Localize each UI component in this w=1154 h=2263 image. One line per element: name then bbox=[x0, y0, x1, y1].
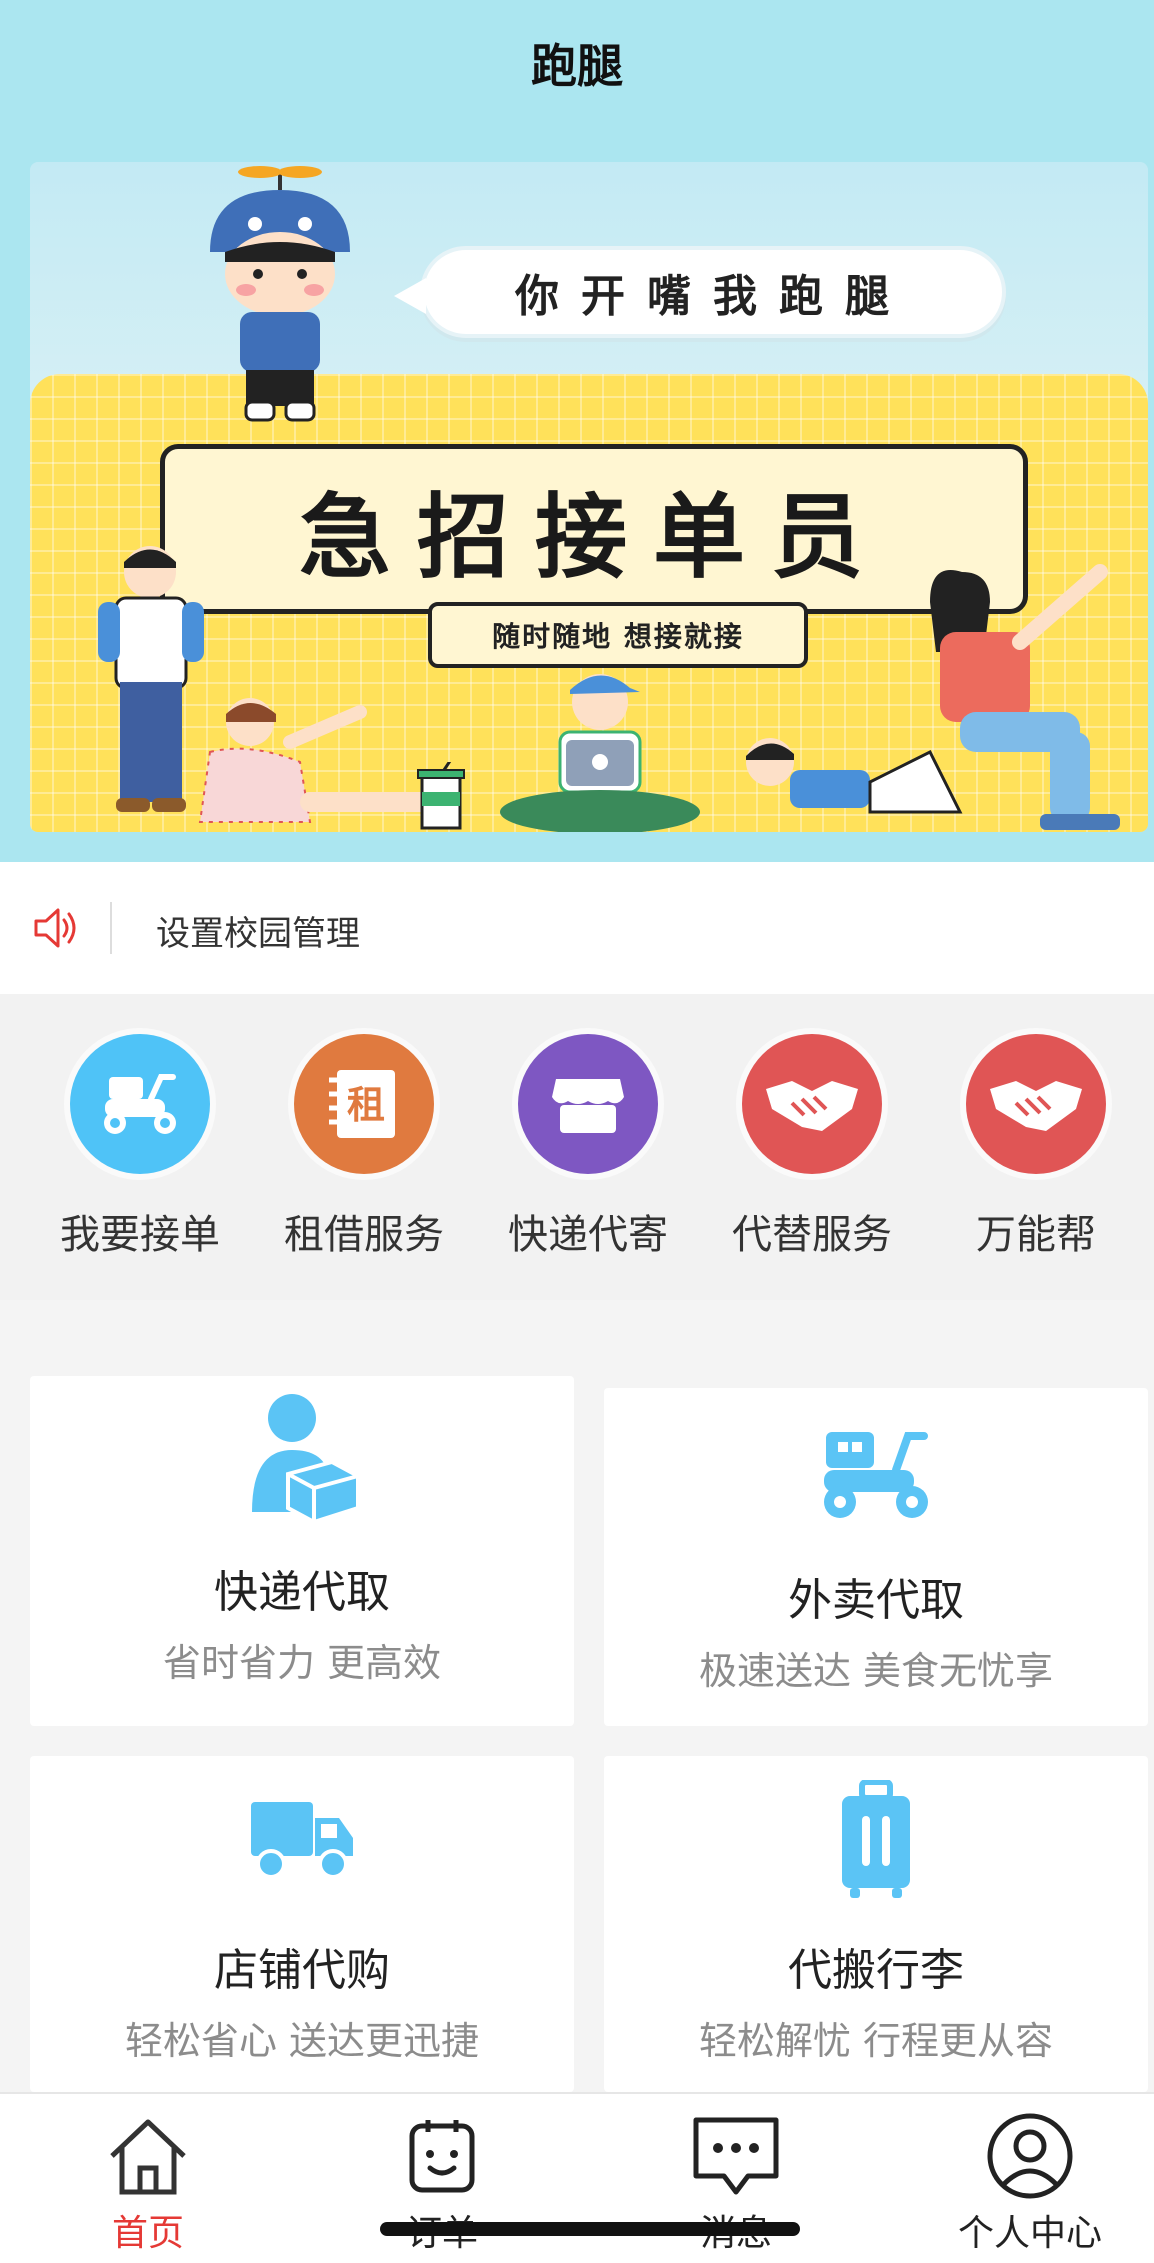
suitcase-icon bbox=[604, 1780, 1148, 1900]
bottom-tab-bar: 首页 订单 消息 个人中心 bbox=[0, 2092, 1154, 2263]
category-rental[interactable]: 租 租借服务 bbox=[252, 1034, 476, 1284]
service-card-food-pickup[interactable]: 外卖代取 极速送达 美食无忧享 bbox=[604, 1388, 1148, 1726]
banner-headline: 急招接单员 bbox=[160, 444, 1028, 614]
user-icon bbox=[987, 2113, 1073, 2199]
category-universal-help[interactable]: 万能帮 bbox=[924, 1034, 1148, 1284]
handshake-icon bbox=[966, 1034, 1106, 1174]
delivery-scooter-icon bbox=[604, 1424, 1148, 1524]
category-label: 万能帮 bbox=[976, 1212, 1096, 1258]
notice-text[interactable]: 设置校园管理 bbox=[156, 906, 360, 955]
page-title: 跑腿 bbox=[531, 39, 623, 93]
shop-icon bbox=[518, 1034, 658, 1174]
sitting-girl-illustration bbox=[930, 564, 1120, 830]
header: 跑腿 你开嘴我跑腿 急招接单员 随时随地 想接就接 bbox=[0, 0, 1154, 862]
service-desc: 省时省力 更高效 bbox=[162, 1641, 442, 1685]
message-icon bbox=[693, 2117, 779, 2195]
service-card-express-pickup[interactable]: 快递代取 省时省力 更高效 bbox=[30, 1376, 574, 1726]
service-card-store-purchase[interactable]: 店铺代购 轻松省心 送达更迅捷 bbox=[30, 1756, 574, 2092]
service-title: 快递代取 bbox=[214, 1567, 390, 1618]
category-label: 租借服务 bbox=[284, 1212, 444, 1258]
scooter-icon bbox=[70, 1034, 210, 1174]
service-desc: 极速送达 美食无忧享 bbox=[698, 1649, 1054, 1693]
tab-label: 个人中心 bbox=[957, 2213, 1102, 2254]
rent-icon: 租 bbox=[294, 1034, 434, 1174]
tab-profile[interactable]: 个人中心 bbox=[920, 2102, 1140, 2254]
service-title: 外卖代取 bbox=[788, 1575, 964, 1626]
speaker-icon bbox=[34, 908, 76, 948]
person-box-icon bbox=[30, 1392, 574, 1528]
tab-home[interactable]: 首页 bbox=[38, 2102, 258, 2254]
drink-cup-illustration bbox=[417, 762, 465, 830]
promo-banner[interactable]: 你开嘴我跑腿 急招接单员 随时随地 想接就接 bbox=[30, 162, 1148, 832]
home-icon bbox=[110, 2119, 186, 2195]
banner-speech-bubble: 你开嘴我跑腿 bbox=[394, 246, 1006, 338]
notice-divider bbox=[110, 902, 112, 954]
service-desc: 轻松省心 送达更迅捷 bbox=[124, 2019, 480, 2063]
tab-label: 首页 bbox=[111, 2213, 184, 2254]
service-title: 代搬行李 bbox=[788, 1945, 964, 1996]
lying-girl-illustration bbox=[198, 698, 440, 823]
category-label: 我要接单 bbox=[60, 1212, 220, 1258]
mascot-illustration bbox=[210, 166, 350, 422]
truck-icon bbox=[30, 1792, 574, 1882]
category-label: 代替服务 bbox=[732, 1212, 892, 1258]
category-express-send[interactable]: 快递代寄 bbox=[476, 1034, 700, 1284]
category-label: 快递代寄 bbox=[508, 1212, 668, 1258]
category-substitute[interactable]: 代替服务 bbox=[700, 1034, 924, 1284]
service-desc: 轻松解忧 行程更从容 bbox=[698, 2019, 1054, 2063]
laptop-boy-illustration bbox=[500, 674, 700, 832]
notice-bar[interactable]: 设置校园管理 bbox=[0, 862, 1154, 994]
order-icon bbox=[409, 2120, 475, 2193]
service-card-luggage-carry[interactable]: 代搬行李 轻松解忧 行程更从容 bbox=[604, 1756, 1148, 2092]
category-row: 我要接单 租 租借服务 快递代寄 代替服务 万能帮 bbox=[0, 994, 1154, 1300]
handshake-icon bbox=[742, 1034, 882, 1174]
service-title: 店铺代购 bbox=[214, 1945, 390, 1996]
category-take-orders[interactable]: 我要接单 bbox=[28, 1034, 252, 1284]
svg-text:租: 租 bbox=[347, 1083, 385, 1127]
banner-subline: 随时随地 想接就接 bbox=[428, 602, 808, 668]
home-indicator bbox=[380, 2222, 800, 2236]
